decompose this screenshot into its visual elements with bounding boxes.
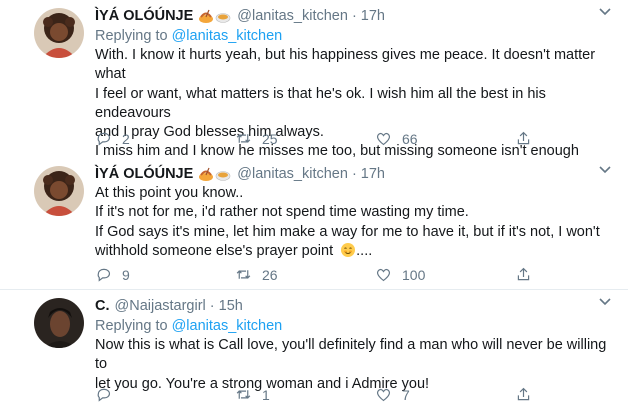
- retweet-button[interactable]: 26: [235, 266, 375, 283]
- like-button[interactable]: 100: [375, 266, 515, 283]
- tweet-line: I feel or want, what matters is that he'…: [95, 85, 546, 121]
- tweet-line: Now this is what is Call love, you'll de…: [95, 337, 607, 373]
- tweet[interactable]: C. @Naijastargirl · 15h Replying to @lan…: [0, 290, 628, 418]
- retweet-count: 1: [262, 386, 270, 403]
- chevron-down-icon[interactable]: [598, 162, 612, 176]
- like-count: 100: [402, 266, 426, 283]
- tweet-header: ÌYÁ OLÓÚNJE @lanitas_kitchen · 17h: [95, 164, 614, 184]
- reply-icon: [97, 388, 110, 402]
- separator-dot: ·: [209, 298, 215, 314]
- tweet-line: If it's not for me, i'd rather not spend…: [95, 204, 469, 221]
- retweet-count: 26: [262, 266, 278, 283]
- tweet-header: ÌYÁ OLÓÚNJE @lanitas_kitchen · 17h: [95, 6, 614, 26]
- reply-icon: [97, 268, 110, 282]
- timestamp[interactable]: 17h: [361, 8, 385, 24]
- retweet-icon: [236, 134, 251, 143]
- display-name[interactable]: C.: [95, 298, 110, 314]
- share-button[interactable]: [515, 386, 545, 403]
- tweet-line: withhold someone else's prayer point ...…: [95, 242, 614, 261]
- tweet-line: With. I know it hurts yeah, but his happ…: [95, 47, 596, 83]
- tweet-thread: ÌYÁ OLÓÚNJE @lanitas_kitchen · 17h Reply…: [0, 0, 628, 418]
- like-icon: [376, 388, 391, 402]
- share-icon: [517, 267, 530, 281]
- like-icon: [376, 268, 391, 282]
- chevron-down-icon[interactable]: [598, 294, 612, 308]
- like-icon: [376, 132, 391, 146]
- like-count: 7: [402, 386, 410, 403]
- retweet-count: 25: [262, 130, 278, 147]
- tweet-header: C. @Naijastargirl · 15h: [95, 296, 614, 316]
- replying-to: Replying to @lanitas_kitchen: [95, 316, 614, 336]
- replying-to: Replying to @lanitas_kitchen: [95, 26, 614, 46]
- avatar[interactable]: [34, 166, 84, 216]
- food-emoji-icon: [198, 8, 231, 24]
- reply-button[interactable]: 9: [95, 266, 235, 283]
- like-button[interactable]: 66: [375, 130, 515, 147]
- user-handle[interactable]: @lanitas_kitchen: [237, 166, 348, 182]
- tweet[interactable]: ÌYÁ OLÓÚNJE @lanitas_kitchen · 17h Reply…: [0, 0, 628, 159]
- tweet-actions: 1 7: [95, 386, 545, 403]
- replying-to-label: Replying to: [95, 318, 168, 334]
- chevron-down-icon[interactable]: [598, 4, 612, 18]
- food-emoji-icon: [198, 166, 231, 182]
- share-icon: [517, 387, 530, 401]
- share-icon: [517, 131, 530, 145]
- user-handle[interactable]: @Naijastargirl: [115, 298, 206, 314]
- tweet-actions: 9 26 100: [95, 266, 545, 283]
- retweet-button[interactable]: 25: [235, 130, 375, 147]
- display-name[interactable]: ÌYÁ OLÓÚNJE: [95, 166, 193, 182]
- retweet-button[interactable]: 1: [235, 386, 375, 403]
- separator-dot: ·: [351, 166, 357, 182]
- replying-to-label: Replying to: [95, 28, 168, 44]
- timestamp[interactable]: 17h: [361, 166, 385, 182]
- like-button[interactable]: 7: [375, 386, 515, 403]
- reply-count: 2: [122, 130, 130, 147]
- tweet[interactable]: ÌYÁ OLÓÚNJE @lanitas_kitchen · 17h At th…: [0, 158, 628, 290]
- smiling-face-emoji-icon: [341, 242, 356, 257]
- tweet-line: If God says it's mine, let him make a wa…: [95, 223, 600, 240]
- display-name[interactable]: ÌYÁ OLÓÚNJE: [95, 8, 193, 24]
- replying-to-link[interactable]: @lanitas_kitchen: [172, 318, 283, 334]
- share-button[interactable]: [515, 130, 545, 147]
- user-handle[interactable]: @lanitas_kitchen: [237, 8, 348, 24]
- like-count: 66: [402, 130, 418, 147]
- share-button[interactable]: [515, 266, 545, 283]
- retweet-icon: [236, 270, 251, 279]
- timestamp[interactable]: 15h: [219, 298, 243, 314]
- reply-count: 9: [122, 266, 130, 283]
- tweet-actions: 2 25 66: [95, 130, 545, 147]
- tweet-line-text: withhold someone else's prayer point: [95, 242, 334, 259]
- retweet-icon: [236, 390, 251, 399]
- avatar[interactable]: [34, 8, 84, 58]
- reply-icon: [97, 132, 110, 146]
- tweet-line-suffix: ....: [356, 242, 373, 259]
- tweet-line: At this point you know..: [95, 185, 244, 201]
- separator-dot: ·: [351, 8, 357, 24]
- tweet-text: At this point you know.. If it's not for…: [95, 184, 614, 261]
- reply-button[interactable]: 2: [95, 130, 235, 147]
- reply-button[interactable]: [95, 386, 235, 403]
- replying-to-link[interactable]: @lanitas_kitchen: [172, 28, 283, 44]
- avatar[interactable]: [34, 298, 84, 348]
